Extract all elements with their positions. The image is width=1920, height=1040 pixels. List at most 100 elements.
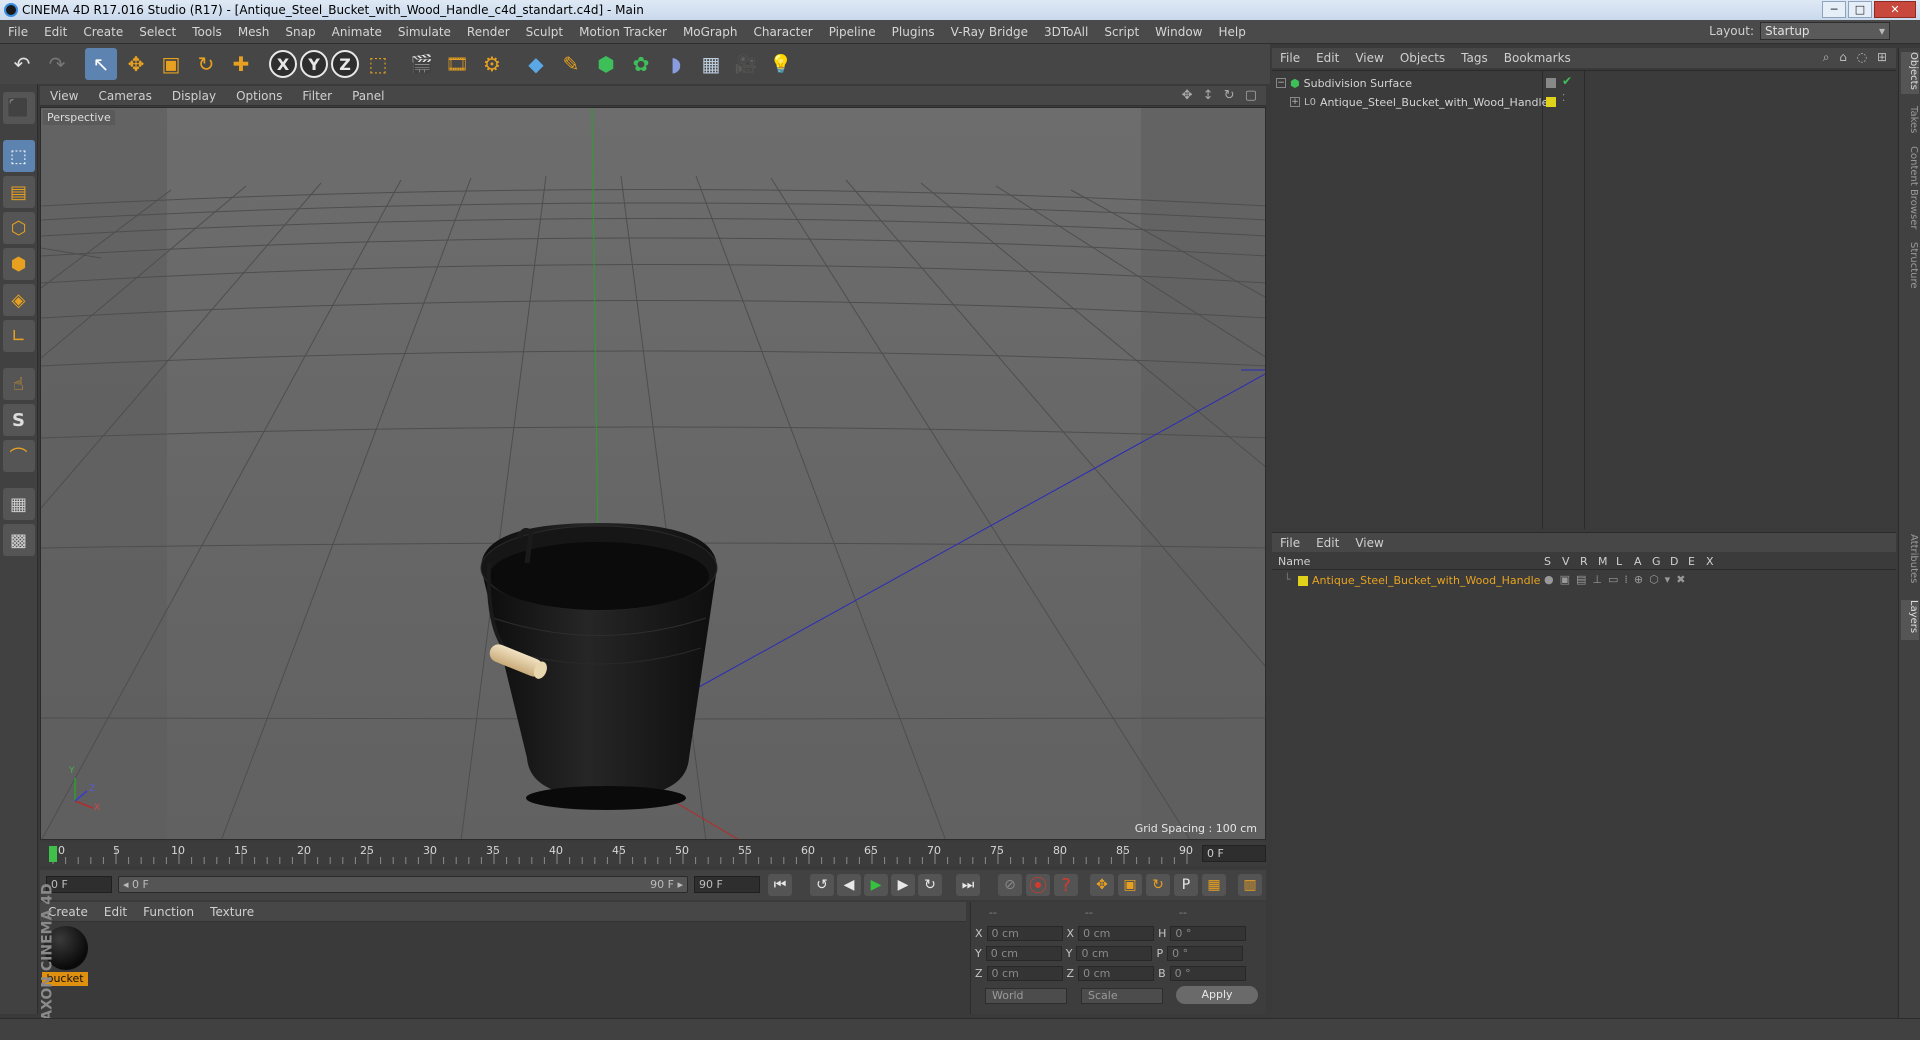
snap-icon[interactable]: S — [2, 404, 35, 436]
render-picture-viewer-icon[interactable]: 🎞 — [441, 48, 473, 80]
redo-icon[interactable]: ↷ — [41, 48, 73, 80]
menu-script[interactable]: Script — [1096, 25, 1147, 39]
layout-dropdown[interactable]: Startup — [1760, 22, 1890, 40]
position-z-field[interactable]: 0 cm — [986, 965, 1063, 981]
layers-menu-file[interactable]: File — [1272, 536, 1308, 550]
workplane-lock-icon[interactable]: ▦ — [2, 488, 35, 520]
model-mode-icon[interactable]: ⬚ — [2, 140, 35, 172]
cube-primitive-icon[interactable]: ◆ — [520, 48, 552, 80]
points-mode-icon[interactable]: ⬢ — [2, 248, 35, 280]
expand-toggle[interactable]: + — [1290, 97, 1300, 107]
menu-vray-bridge[interactable]: V-Ray Bridge — [943, 25, 1036, 39]
coordinate-space-dropdown[interactable]: World — [985, 988, 1067, 1004]
start-frame-field[interactable]: 0 F — [46, 876, 112, 893]
menu-mesh[interactable]: Mesh — [230, 25, 278, 39]
viewport-nav-icons[interactable]: ✥ ↕ ↻ ▢ — [1182, 88, 1260, 103]
key-position-icon[interactable]: ✥ — [1090, 874, 1114, 896]
material-menu-edit[interactable]: Edit — [96, 905, 135, 919]
objects-menu-edit[interactable]: Edit — [1308, 51, 1347, 65]
editor-visibility-icon[interactable] — [1546, 78, 1556, 88]
rotation-p-field[interactable]: 0 ° — [1167, 945, 1244, 961]
layer-row[interactable]: └ Antique_Steel_Bucket_with_Wood_Handle … — [1272, 572, 1896, 590]
menu-3dtoall[interactable]: 3DToAll — [1036, 25, 1096, 39]
enabled-check-icon[interactable]: ✔ — [1562, 74, 1572, 88]
size-x-field[interactable]: 0 cm — [1078, 925, 1155, 941]
tab-attributes[interactable]: Attributes — [1901, 534, 1919, 590]
tab-takes[interactable]: Takes — [1901, 106, 1919, 138]
menu-render[interactable]: Render — [459, 25, 518, 39]
viewport-menu-panel[interactable]: Panel — [342, 89, 394, 103]
position-x-field[interactable]: 0 cm — [986, 925, 1063, 941]
key-scale-icon[interactable]: ▣ — [1118, 874, 1142, 896]
maximize-button[interactable]: □ — [1848, 1, 1872, 18]
record-keys-disabled-icon[interactable]: ⊘ — [998, 874, 1022, 896]
menu-character[interactable]: Character — [745, 25, 820, 39]
menu-select[interactable]: Select — [131, 25, 184, 39]
visibility-dots-icon[interactable]: ⁚ — [1562, 93, 1565, 104]
mograph-cloner-icon[interactable]: ✿ — [625, 48, 657, 80]
objects-menu-file[interactable]: File — [1272, 51, 1308, 65]
layer-color-swatch[interactable] — [1298, 576, 1308, 586]
render-settings-icon[interactable]: ⚙ — [476, 48, 508, 80]
menu-snap[interactable]: Snap — [277, 25, 323, 39]
next-key-icon[interactable]: ↻ — [918, 874, 942, 896]
frame-range-slider[interactable]: ◂ 0 F 90 F ▸ — [118, 876, 688, 893]
viewport-menu-view[interactable]: View — [40, 89, 88, 103]
menu-plugins[interactable]: Plugins — [884, 25, 943, 39]
close-button[interactable]: ✕ — [1874, 1, 1916, 18]
key-pla-icon[interactable]: ▦ — [1202, 874, 1226, 896]
tab-content-browser[interactable]: Content Browser — [1901, 146, 1919, 232]
record-active-icon[interactable]: ⦿ — [1026, 874, 1050, 897]
rotate-tool-icon[interactable]: ↻ — [190, 48, 222, 80]
tab-structure[interactable]: Structure — [1901, 242, 1919, 294]
object-row-subdivision-surface[interactable]: − ⬢ Subdivision Surface — [1276, 74, 1412, 92]
go-to-start-icon[interactable]: ⏮ — [768, 874, 792, 896]
size-z-field[interactable]: 0 cm — [1078, 965, 1155, 981]
workplane-mode-icon[interactable]: ⬡ — [2, 212, 35, 244]
layer-col-manager[interactable]: M — [1598, 555, 1608, 568]
previous-key-icon[interactable]: ↺ — [810, 874, 834, 896]
layer-col-locked[interactable]: L — [1616, 555, 1622, 568]
menu-edit[interactable]: Edit — [36, 25, 75, 39]
layer-name[interactable]: Antique_Steel_Bucket_with_Wood_Handle — [1312, 574, 1540, 587]
object-row-bucket[interactable]: + L0 Antique_Steel_Bucket_with_Wood_Hand… — [1290, 93, 1548, 111]
camera-icon[interactable]: 🎥 — [730, 48, 762, 80]
deformer-icon[interactable]: ◗ — [660, 48, 692, 80]
last-tool-icon[interactable]: ✚ — [225, 48, 257, 80]
previous-frame-icon[interactable]: ◀ — [837, 874, 861, 896]
size-y-field[interactable]: 0 cm — [1076, 945, 1153, 961]
workplane-grid-icon[interactable]: ▩ — [2, 524, 35, 556]
magnet-icon[interactable]: ⌒ — [2, 440, 35, 472]
layer-col-deformers[interactable]: D — [1670, 555, 1678, 568]
menu-create[interactable]: Create — [75, 25, 131, 39]
rotation-b-field[interactable]: 0 ° — [1169, 965, 1246, 981]
z-axis-lock-icon[interactable]: Z — [331, 50, 359, 78]
pen-spline-icon[interactable]: ✎ — [555, 48, 587, 80]
viewport-menu-options[interactable]: Options — [226, 89, 292, 103]
axis-mode-icon[interactable]: ☝ — [2, 368, 35, 400]
viewport-menu-filter[interactable]: Filter — [292, 89, 342, 103]
layer-col-xref[interactable]: X — [1706, 555, 1714, 568]
menu-sculpt[interactable]: Sculpt — [518, 25, 571, 39]
subdivision-nurbs-icon[interactable]: ⬢ — [590, 48, 622, 80]
scene-floor-icon[interactable]: ▦ — [695, 48, 727, 80]
tab-layers[interactable]: Layers — [1901, 600, 1919, 640]
layers-menu-view[interactable]: View — [1347, 536, 1391, 550]
layer-col-expressions[interactable]: E — [1688, 555, 1695, 568]
timeline-ruler[interactable]: 0 5 10 15 20 25 30 35 40 45 50 55 60 65 … — [40, 842, 1266, 866]
objects-menu-tags[interactable]: Tags — [1453, 51, 1496, 65]
undo-icon[interactable]: ↶ — [6, 48, 38, 80]
object-manager-tool-icons[interactable]: ⌕ ⌂ ◌ ⊞ — [1823, 50, 1890, 65]
object-name[interactable]: Subdivision Surface — [1304, 77, 1412, 90]
objects-menu-view[interactable]: View — [1347, 51, 1391, 65]
collapse-toggle[interactable]: − — [1276, 78, 1286, 88]
layers-menu-edit[interactable]: Edit — [1308, 536, 1347, 550]
menu-animate[interactable]: Animate — [324, 25, 390, 39]
objects-menu-objects[interactable]: Objects — [1392, 51, 1453, 65]
polygons-mode-icon[interactable]: ∟ — [2, 320, 35, 352]
end-frame-field[interactable]: 90 F — [694, 876, 760, 893]
size-mode-dropdown[interactable]: Scale — [1081, 988, 1163, 1004]
play-forward-icon[interactable]: ▶ — [864, 874, 888, 896]
layer-col-solo[interactable]: S — [1544, 555, 1551, 568]
rotation-h-field[interactable]: 0 ° — [1170, 925, 1247, 941]
